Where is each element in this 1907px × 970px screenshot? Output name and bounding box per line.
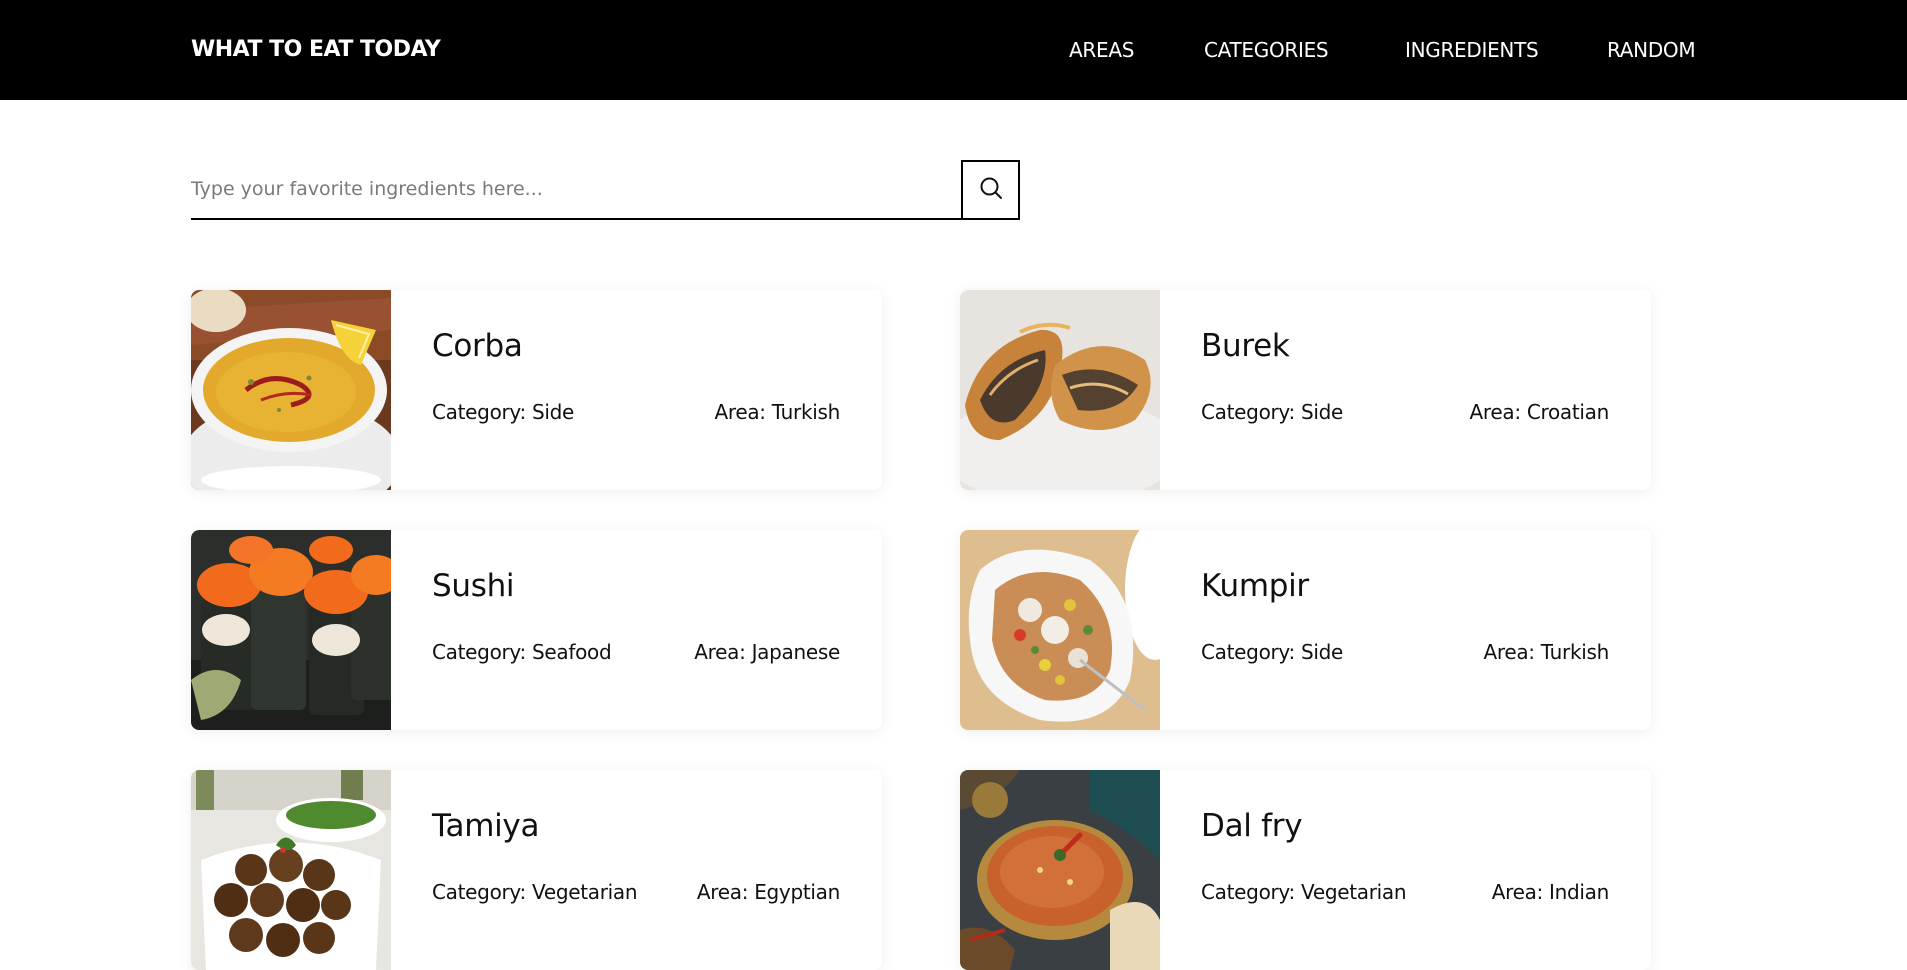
meal-card[interactable]: Corba Category: Side Area: Turkish [191, 290, 882, 490]
meal-title: Burek [1201, 328, 1290, 364]
meal-card[interactable]: Tamiya Category: Vegetarian Area: Egypti… [191, 770, 882, 970]
meal-category: Category: Side [1201, 400, 1344, 424]
meal-title: Dal fry [1201, 808, 1303, 844]
meal-card[interactable]: Sushi Category: Seafood Area: Japanese [191, 530, 882, 730]
meal-title: Kumpir [1201, 568, 1309, 604]
meal-area: Area: Indian [1491, 880, 1610, 904]
meal-area: Area: Turkish [714, 400, 840, 424]
meal-area: Area: Egyptian [696, 880, 840, 904]
meal-area: Area: Croatian [1469, 400, 1610, 424]
meal-category: Category: Side [432, 400, 575, 424]
meal-title: Sushi [432, 568, 515, 604]
meat-pastry-photo[interactable] [960, 290, 1160, 490]
meal-card[interactable]: Kumpir Category: Side Area: Turkish [960, 530, 1651, 730]
lentil-soup-bowl-photo[interactable] [191, 290, 391, 490]
stuffed-potato-photo[interactable] [960, 530, 1160, 730]
meal-title: Tamiya [432, 808, 540, 844]
meal-title: Corba [432, 328, 523, 364]
dal-curry-bowl-photo[interactable] [960, 770, 1160, 970]
meal-category: Category: Seafood [432, 640, 612, 664]
meal-card[interactable]: Dal fry Category: Vegetarian Area: India… [960, 770, 1651, 970]
meal-category: Category: Vegetarian [1201, 880, 1407, 904]
meal-category: Category: Vegetarian [432, 880, 638, 904]
meal-area: Area: Japanese [694, 640, 840, 664]
meal-area: Area: Turkish [1483, 640, 1609, 664]
falafel-plate-photo[interactable] [191, 770, 391, 970]
meal-card[interactable]: Burek Category: Side Area: Croatian [960, 290, 1651, 490]
meal-category: Category: Side [1201, 640, 1344, 664]
meal-grid: Corba Category: Side Area: Turkish Burek… [0, 0, 1907, 970]
sushi-rolls-photo[interactable] [191, 530, 391, 730]
